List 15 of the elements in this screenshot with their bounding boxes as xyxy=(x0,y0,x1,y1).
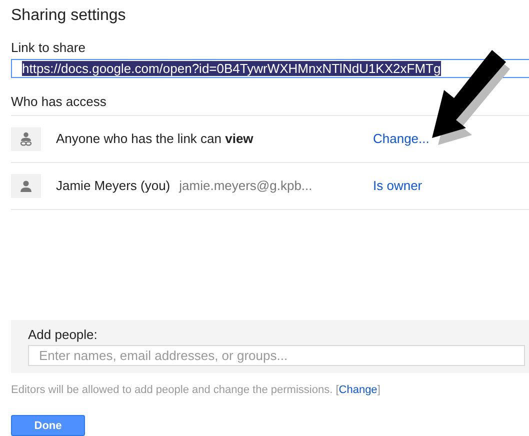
person-name: Jamie Meyers (you) xyxy=(56,178,170,194)
link-field[interactable]: https://docs.google.com/open?id=0B4TywrWXHMnxNTlNdU1KX2xFMTg xyxy=(11,59,529,78)
dialog-title: Sharing settings xyxy=(11,7,127,25)
access-heading: Who has access xyxy=(11,94,108,109)
change-link[interactable]: Change xyxy=(338,384,378,396)
add-people-field[interactable]: Enter names, email addresses, or groups... xyxy=(28,345,525,366)
person-email: jamie.meyers@g.kpb... xyxy=(179,178,312,194)
change-link[interactable]: Change... xyxy=(373,131,430,146)
person-link-icon xyxy=(19,132,33,146)
owner-role-text: Is owner xyxy=(373,178,422,194)
access-description: Anyone who has the link can view xyxy=(56,131,254,146)
add-people-label: Add people: xyxy=(28,327,98,342)
person-icon xyxy=(20,180,32,192)
link-label: Link to share xyxy=(11,40,86,55)
permissions-note: Editors will be allowed to add people and change the permissions. [Change] xyxy=(11,384,382,396)
